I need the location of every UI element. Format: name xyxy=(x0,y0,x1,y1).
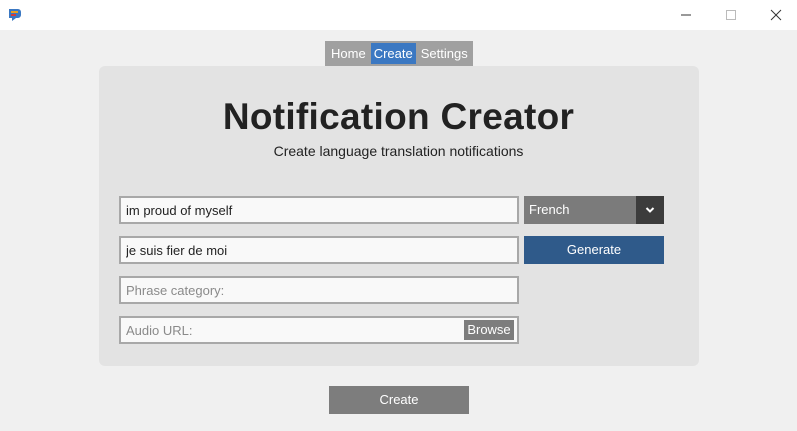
nav-settings[interactable]: Settings xyxy=(418,43,471,64)
title-bar xyxy=(0,0,797,30)
browse-button[interactable]: Browse xyxy=(464,320,514,340)
chevron-down-icon[interactable] xyxy=(636,196,664,224)
app-logo-icon xyxy=(7,6,23,22)
main-nav: Home Create Settings xyxy=(325,41,473,66)
generate-button[interactable]: Generate xyxy=(524,236,664,264)
maximize-icon xyxy=(726,10,736,20)
language-select-value: French xyxy=(529,202,570,217)
page-title: Notification Creator xyxy=(222,96,575,137)
audio-url-input[interactable] xyxy=(119,316,519,344)
nav-home[interactable]: Home xyxy=(328,43,369,64)
maximize-button[interactable] xyxy=(708,0,754,30)
phrase-input[interactable] xyxy=(119,196,519,224)
page-subtitle: Create language translation notification… xyxy=(273,143,524,159)
create-button[interactable]: Create xyxy=(329,386,469,414)
minimize-button[interactable] xyxy=(663,0,709,30)
nav-create[interactable]: Create xyxy=(370,43,416,64)
language-select[interactable]: French xyxy=(524,196,664,224)
close-icon xyxy=(770,9,782,21)
category-input[interactable] xyxy=(119,276,519,304)
close-button[interactable] xyxy=(753,0,797,30)
minimize-icon xyxy=(681,14,691,16)
translation-input[interactable] xyxy=(119,236,519,264)
